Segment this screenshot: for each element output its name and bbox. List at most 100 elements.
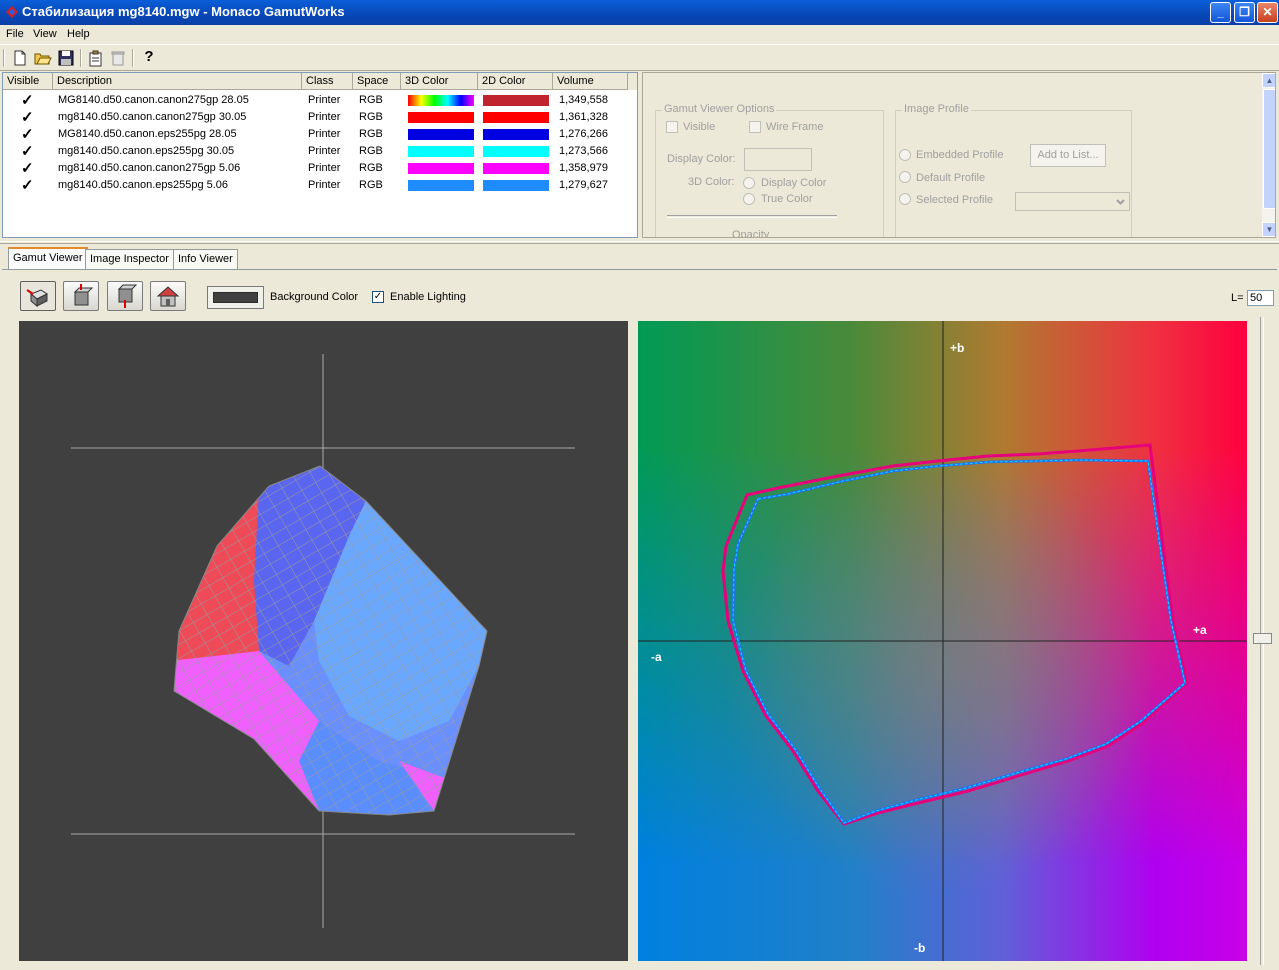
l-value-field[interactable]: 50 — [1247, 290, 1274, 306]
column-space[interactable]: Space — [353, 73, 401, 90]
class-cell: Printer — [308, 128, 341, 140]
color-2d-swatch[interactable] — [483, 129, 549, 140]
visible-check-icon[interactable]: ✓ — [21, 125, 34, 143]
chevron-down-icon[interactable] — [1113, 194, 1128, 209]
l-slider[interactable] — [1251, 313, 1274, 969]
color-3d-swatch[interactable] — [408, 95, 474, 106]
color-3d-swatch[interactable] — [408, 163, 474, 174]
scroll-down-button[interactable]: ▼ — [1262, 222, 1275, 237]
tab-gamut-viewer[interactable]: Gamut Viewer — [8, 247, 88, 269]
column-3d-color[interactable]: 3D Color — [401, 73, 478, 90]
new-icon[interactable] — [10, 48, 30, 68]
close-button[interactable]: ✕ — [1257, 2, 1278, 23]
list-item[interactable]: ✓ mg8140.d50.canon.canon275gp 5.06 Printer… — [3, 160, 637, 177]
window-title: Стабилизация mg8140.mgw - Monaco GamutWo… — [22, 4, 345, 19]
list-item[interactable]: ✓ MG8140.d50.canon.eps255pg 28.05 Printer R… — [3, 126, 637, 143]
column-2d-color[interactable]: 2D Color — [478, 73, 553, 90]
add-to-list-button[interactable]: Add to List... — [1030, 144, 1106, 167]
color-2d-swatch[interactable] — [483, 163, 549, 174]
enable-lighting-checkbox[interactable]: ✓ — [372, 291, 384, 303]
gamut-3d-canvas[interactable] — [19, 321, 628, 961]
volume-cell: 1,273,566 — [559, 145, 608, 157]
display-color-button[interactable] — [744, 148, 812, 171]
options-scrollbar[interactable]: ▲ ▼ — [1262, 73, 1275, 237]
wire-frame-checkbox[interactable] — [749, 121, 761, 133]
visible-check-icon[interactable]: ✓ — [21, 91, 34, 109]
color-2d-swatch[interactable] — [483, 146, 549, 157]
title-bar: Стабилизация mg8140.mgw - Monaco GamutWo… — [0, 0, 1279, 25]
open-icon[interactable] — [33, 48, 53, 68]
splitter[interactable] — [0, 241, 1279, 244]
volume-cell: 1,279,627 — [559, 179, 608, 191]
background-color-swatch — [213, 292, 258, 303]
display-color-label: Display Color: — [667, 153, 736, 165]
view-top-button[interactable] — [63, 281, 99, 311]
background-color-button[interactable] — [207, 286, 264, 309]
visible-checkbox[interactable] — [666, 121, 678, 133]
save-icon[interactable] — [56, 48, 76, 68]
menu-file[interactable]: File — [6, 28, 24, 40]
color-3d-swatch[interactable] — [408, 146, 474, 157]
description-cell: MG8140.d50.canon.canon275gp 28.05 — [58, 94, 249, 106]
list-item[interactable]: ✓ MG8140.d50.canon.canon275gp 28.05 Printe… — [3, 92, 637, 109]
view-bottom-icon — [117, 284, 138, 308]
embedded-profile-label: Embedded Profile — [916, 149, 1004, 161]
list-header: Visible Description Class Space 3D Color… — [3, 73, 637, 90]
view-home-button[interactable] — [150, 281, 186, 311]
color-3d-swatch[interactable] — [408, 180, 474, 191]
list-item[interactable]: ✓ mg8140.d50.canon.canon275gp 30.05 Printe… — [3, 109, 637, 126]
column-volume[interactable]: Volume — [553, 73, 628, 90]
class-cell: Printer — [308, 145, 341, 157]
minimize-button[interactable]: _ — [1210, 2, 1231, 23]
space-cell: RGB — [359, 94, 383, 106]
column-description[interactable]: Description — [53, 73, 302, 90]
menu-help[interactable]: Help — [67, 28, 90, 40]
space-cell: RGB — [359, 128, 383, 140]
help-icon[interactable]: ? — [139, 48, 159, 68]
scroll-up-button[interactable]: ▲ — [1262, 73, 1275, 88]
color-2d-swatch[interactable] — [483, 112, 549, 123]
label-neg-b: -b — [914, 941, 925, 955]
view-bottom-button[interactable] — [107, 281, 143, 311]
display-color-radio-label: Display Color — [761, 177, 827, 189]
delete-icon[interactable] — [108, 48, 128, 68]
toolbar-separator — [132, 49, 134, 67]
visible-check-icon[interactable]: ✓ — [21, 159, 34, 177]
maximize-button[interactable]: ❐ — [1234, 2, 1255, 23]
scroll-thumb[interactable] — [1263, 89, 1275, 209]
selected-profile-radio[interactable] — [899, 193, 911, 205]
default-profile-label: Default Profile — [916, 172, 986, 184]
visible-check-icon[interactable]: ✓ — [21, 142, 34, 160]
menu-view[interactable]: View — [33, 28, 57, 40]
color-3d-swatch[interactable] — [408, 112, 474, 123]
space-cell: RGB — [359, 179, 383, 191]
gamut-viewer-options-label: Gamut Viewer Options — [662, 103, 777, 115]
visible-check-icon[interactable]: ✓ — [21, 108, 34, 126]
selected-profile-dropdown[interactable] — [1015, 192, 1130, 211]
gamut-3d-view[interactable] — [19, 321, 628, 961]
color-2d-swatch[interactable] — [483, 180, 549, 191]
tab-image-inspector[interactable]: Image Inspector — [85, 249, 174, 269]
properties-icon[interactable] — [86, 48, 106, 68]
list-item[interactable]: ✓ mg8140.d50.canon.eps255pg 5.06 Printer RG… — [3, 177, 637, 194]
view-iso-button[interactable] — [20, 281, 56, 311]
embedded-profile-radio[interactable] — [899, 149, 911, 161]
column-class[interactable]: Class — [302, 73, 353, 90]
color-2d-swatch[interactable] — [483, 95, 549, 106]
visible-label: Visible — [683, 121, 716, 133]
true-color-radio-label: True Color — [761, 193, 813, 205]
gamut-2d-plot[interactable]: +b -b +a -a — [638, 321, 1247, 961]
view-iso-icon — [26, 289, 48, 308]
column-visible[interactable]: Visible — [3, 73, 53, 90]
tab-info-viewer[interactable]: Info Viewer — [173, 249, 238, 269]
color-3d-swatch[interactable] — [408, 129, 474, 140]
default-profile-radio[interactable] — [899, 171, 911, 183]
visible-check-icon[interactable]: ✓ — [21, 176, 34, 194]
class-cell: Printer — [308, 111, 341, 123]
gamut-2d-canvas[interactable]: +b -b +a -a — [638, 321, 1247, 961]
list-item[interactable]: ✓ mg8140.d50.canon.eps255pg 30.05 Printer R… — [3, 143, 637, 160]
l-slider-thumb[interactable] — [1253, 633, 1272, 644]
true-color-radio[interactable] — [743, 193, 755, 205]
display-color-radio[interactable] — [743, 177, 755, 189]
opacity-slider[interactable] — [667, 215, 837, 218]
